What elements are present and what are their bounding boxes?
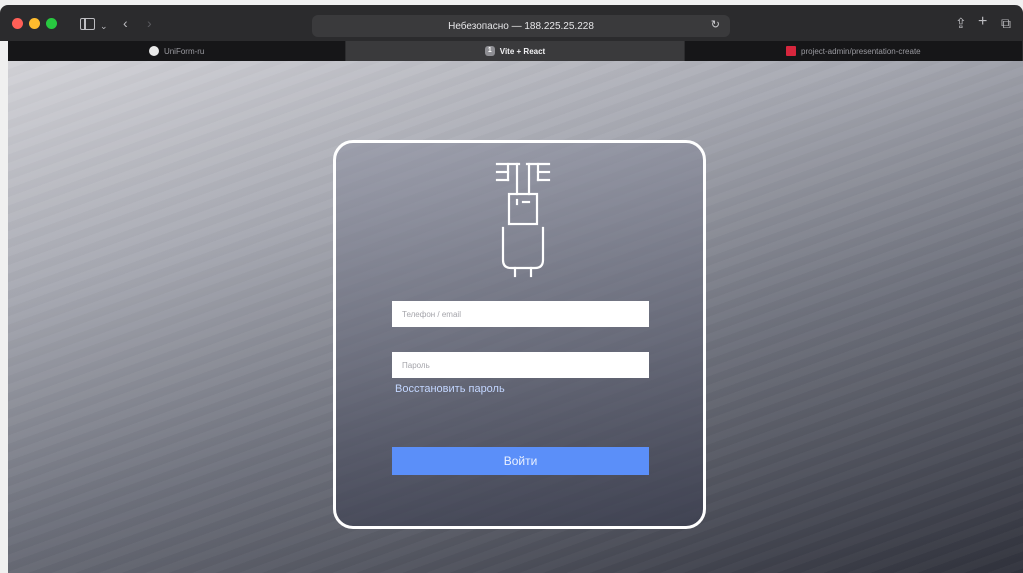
tab-uniform[interactable]: UniForm-ru bbox=[8, 41, 347, 61]
zoom-window-button[interactable] bbox=[46, 18, 57, 29]
tab-overview-icon[interactable]: ⧉ bbox=[1001, 14, 1011, 32]
login-card: Восстановить пароль Войти bbox=[333, 140, 706, 529]
restore-password-link[interactable]: Восстановить пароль bbox=[395, 383, 505, 395]
new-tab-icon[interactable]: + bbox=[978, 13, 987, 31]
back-arrow-icon[interactable]: ‹ bbox=[123, 14, 128, 32]
sidebar-toggle-icon[interactable] bbox=[80, 18, 95, 30]
minimize-window-button[interactable] bbox=[29, 18, 40, 29]
number-1-icon: 1 bbox=[484, 46, 495, 56]
tab-vite-react[interactable]: 1 Vite + React bbox=[346, 41, 685, 61]
tab-label: Vite + React bbox=[499, 46, 546, 56]
close-window-button[interactable] bbox=[12, 18, 23, 29]
github-icon bbox=[148, 46, 159, 56]
chevron-down-icon[interactable]: ⌄ bbox=[100, 17, 108, 35]
browser-titlebar: ⌄ ‹ › Небезопасно — 188.225.25.228 ↻ ⇪ +… bbox=[0, 5, 1023, 41]
tab-bar: UniForm-ru 1 Vite + React project-admin/… bbox=[8, 41, 1023, 61]
tab-label: UniForm-ru bbox=[163, 46, 205, 56]
window-controls bbox=[12, 18, 57, 29]
red-grid-icon bbox=[786, 46, 796, 56]
page-viewport: Восстановить пароль Войти bbox=[8, 61, 1023, 573]
address-text: Небезопасно — 188.225.25.228 bbox=[448, 20, 594, 32]
robot-logo-icon bbox=[495, 162, 551, 278]
password-input[interactable] bbox=[392, 352, 649, 378]
forward-arrow-icon[interactable]: › bbox=[147, 14, 152, 32]
reload-icon[interactable]: ↻ bbox=[711, 18, 720, 31]
tab-project-admin[interactable]: project-admin/presentation-create bbox=[685, 41, 1023, 61]
tab-label: project-admin/presentation-create bbox=[801, 46, 921, 56]
share-icon[interactable]: ⇪ bbox=[955, 14, 967, 32]
login-button[interactable]: Войти bbox=[392, 447, 649, 475]
phone-email-input[interactable] bbox=[392, 301, 649, 327]
address-bar[interactable]: Небезопасно — 188.225.25.228 ↻ bbox=[312, 15, 730, 37]
